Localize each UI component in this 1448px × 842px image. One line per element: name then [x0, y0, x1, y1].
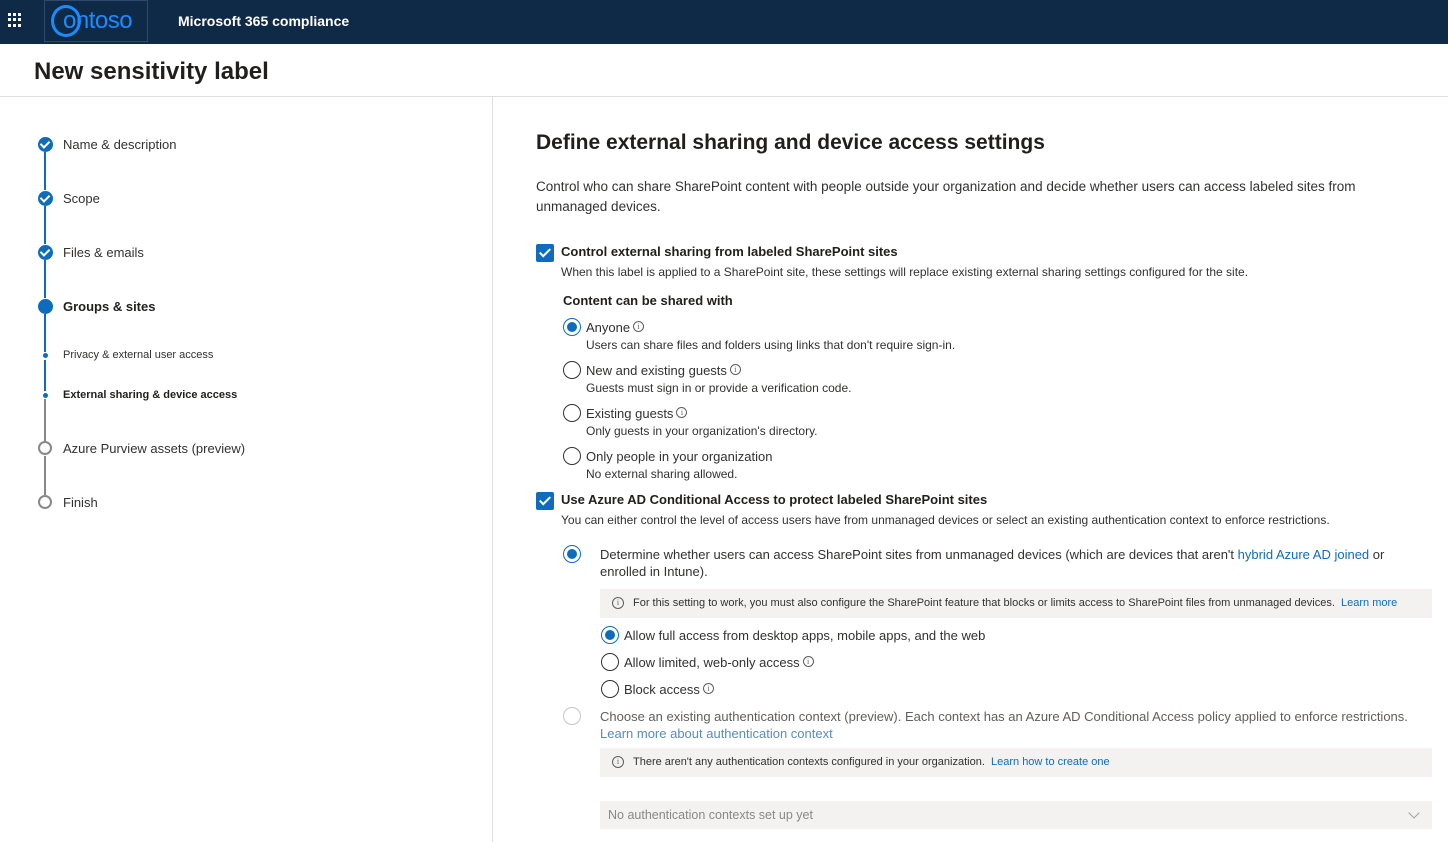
external-sharing-description: When this label is applied to a SharePoi… [561, 265, 1249, 279]
allow-full-access-radio[interactable] [601, 626, 619, 644]
share-anyone-desc: Users can share files and folders using … [586, 338, 956, 352]
step-pending-icon [38, 495, 52, 509]
step-connector [44, 260, 46, 298]
external-sharing-checkbox[interactable] [536, 244, 554, 262]
learn-more-link[interactable]: Learn more [1341, 597, 1397, 609]
auth-context-dropdown-value: No authentication contexts set up yet [608, 808, 813, 822]
step-groups-sites[interactable]: Groups & sites [63, 299, 155, 314]
step-pending-icon [38, 441, 52, 455]
allow-limited-access-label[interactable]: Allow limited, web-only access i [624, 655, 814, 670]
share-with-group-title: Content can be shared with [563, 293, 733, 308]
external-sharing-label[interactable]: Control external sharing from labeled Sh… [561, 244, 898, 259]
hybrid-azure-ad-link[interactable]: hybrid Azure AD joined [1238, 547, 1370, 562]
unmanaged-devices-radio[interactable] [563, 545, 581, 563]
allow-limited-access-radio[interactable] [601, 653, 619, 671]
step-scope[interactable]: Scope [63, 191, 100, 206]
share-new-existing-guests-radio[interactable] [563, 361, 581, 379]
auth-context-learn-more-link[interactable]: Learn more about authentication context [600, 726, 833, 741]
allow-full-access-label[interactable]: Allow full access from desktop apps, mob… [624, 628, 985, 643]
section-heading: Define external sharing and device acces… [536, 131, 1045, 154]
share-anyone-label[interactable]: Anyone i [586, 320, 645, 335]
step-connector [44, 399, 46, 441]
step-current-icon [38, 299, 53, 314]
info-icon[interactable]: i [676, 407, 688, 418]
step-files-emails[interactable]: Files & emails [63, 245, 144, 260]
auth-context-notice: i There aren't any authentication contex… [600, 748, 1432, 777]
step-finish[interactable]: Finish [63, 495, 98, 510]
share-org-only-desc: No external sharing allowed. [586, 467, 738, 481]
learn-how-to-create-link[interactable]: Learn how to create one [991, 756, 1110, 768]
step-complete-icon [38, 137, 53, 152]
auth-context-text: Choose an existing authentication contex… [600, 709, 1408, 741]
share-existing-guests-desc: Only guests in your organization's direc… [586, 424, 818, 438]
chevron-down-icon [1408, 807, 1420, 819]
share-existing-guests-radio[interactable] [563, 404, 581, 422]
info-icon: i [612, 597, 624, 609]
step-complete-icon [38, 191, 53, 206]
panel-divider [492, 97, 493, 842]
step-connector [44, 314, 46, 352]
step-connector [44, 360, 46, 391]
step-connector [44, 206, 46, 244]
conditional-access-checkbox[interactable] [536, 492, 554, 510]
unmanaged-devices-notice: i For this setting to work, you must als… [600, 589, 1432, 618]
step-complete-icon [38, 245, 53, 260]
page-title: New sensitivity label [34, 58, 269, 85]
auth-context-radio[interactable] [563, 707, 581, 725]
auth-context-dropdown[interactable]: No authentication contexts set up yet [600, 801, 1432, 829]
info-icon[interactable]: i [802, 656, 814, 667]
share-existing-guests-label[interactable]: Existing guests i [586, 406, 688, 421]
logo-text: ontoso [63, 7, 133, 34]
step-azure-purview[interactable]: Azure Purview assets (preview) [63, 441, 245, 456]
block-access-label[interactable]: Block access i [624, 682, 714, 697]
org-logo[interactable]: ontoso [44, 0, 148, 42]
substep-privacy-external-access[interactable]: Privacy & external user access [63, 349, 213, 361]
substep-dot-icon [43, 353, 48, 358]
step-connector [44, 152, 46, 190]
app-title[interactable]: Microsoft 365 compliance [178, 13, 349, 29]
share-anyone-radio[interactable] [563, 318, 581, 336]
info-icon: i [612, 756, 624, 768]
app-launcher-icon[interactable] [8, 13, 22, 27]
share-org-only-label[interactable]: Only people in your organization [586, 449, 772, 464]
substep-external-sharing-device-access[interactable]: External sharing & device access [63, 389, 237, 401]
section-intro: Control who can share SharePoint content… [536, 179, 1356, 214]
substep-dot-icon [43, 393, 48, 398]
top-bar: ontoso Microsoft 365 compliance [0, 0, 1448, 44]
step-connector [44, 456, 46, 495]
info-icon[interactable]: i [633, 321, 645, 332]
conditional-access-label[interactable]: Use Azure AD Conditional Access to prote… [561, 492, 987, 507]
block-access-radio[interactable] [601, 680, 619, 698]
share-org-only-radio[interactable] [563, 447, 581, 465]
share-new-existing-guests-label[interactable]: New and existing guests i [586, 363, 741, 378]
title-divider [0, 96, 1448, 97]
unmanaged-devices-text: Determine whether users can access Share… [600, 547, 1385, 579]
conditional-access-description: You can either control the level of acce… [561, 513, 1330, 527]
info-icon[interactable]: i [729, 364, 741, 375]
step-name-description[interactable]: Name & description [63, 137, 176, 152]
share-new-existing-guests-desc: Guests must sign in or provide a verific… [586, 381, 852, 395]
info-icon[interactable]: i [702, 683, 714, 694]
